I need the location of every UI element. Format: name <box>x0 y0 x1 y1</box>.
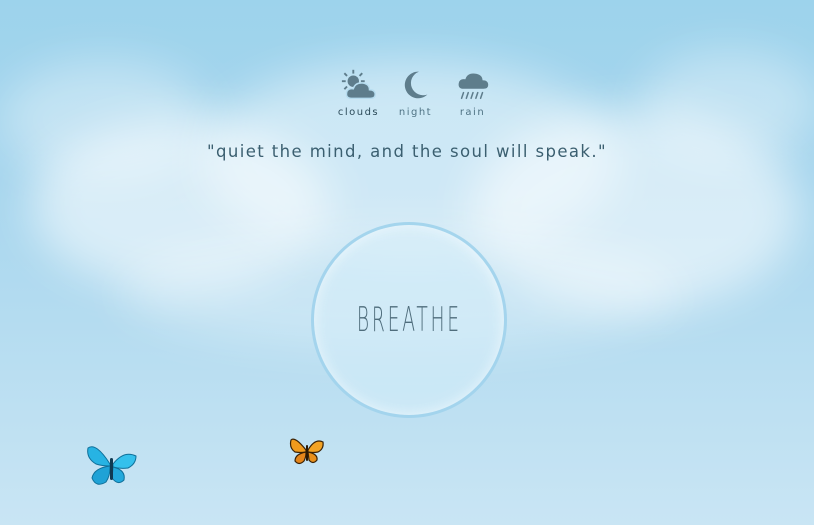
moon-icon <box>404 71 427 99</box>
weather-selector: clouds night rain <box>330 68 501 118</box>
breathe-label: BREATHE <box>356 300 462 340</box>
quote-text: "quiet the mind, and the soul will speak… <box>207 142 607 161</box>
weather-option-clouds[interactable]: clouds <box>330 68 387 118</box>
sun-cloud-icon <box>341 69 376 100</box>
weather-option-rain[interactable]: rain <box>444 68 501 118</box>
weather-label-night: night <box>398 107 433 118</box>
breathe-button[interactable]: BREATHE <box>311 222 507 418</box>
weather-option-night[interactable]: night <box>387 68 444 118</box>
blue-butterfly-icon <box>87 446 137 485</box>
weather-label-rain: rain <box>459 107 486 118</box>
rain-cloud-icon <box>458 73 488 100</box>
orange-butterfly-icon <box>289 438 324 465</box>
weather-label-clouds: clouds <box>337 107 380 118</box>
